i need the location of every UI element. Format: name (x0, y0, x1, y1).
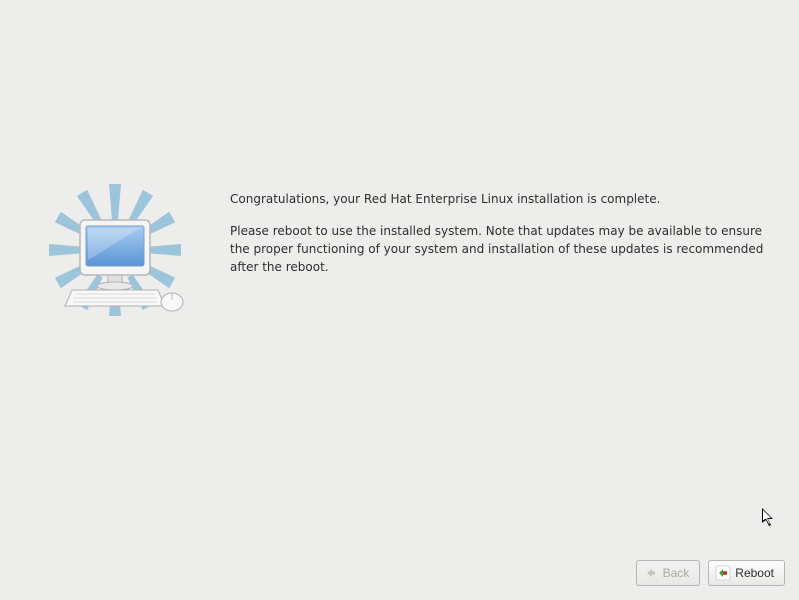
reboot-button-label: Reboot (735, 566, 774, 580)
main-content: Congratulations, your Red Hat Enterprise… (30, 180, 769, 330)
reboot-button[interactable]: Reboot (708, 560, 785, 586)
back-button: Back (636, 560, 701, 586)
computer-monitor-icon (30, 180, 200, 330)
reboot-icon (715, 565, 731, 581)
mouse-cursor-icon (762, 508, 776, 528)
message-text: Congratulations, your Red Hat Enterprise… (200, 180, 769, 290)
back-button-label: Back (663, 566, 690, 580)
arrow-left-icon (643, 565, 659, 581)
installation-complete-illustration (30, 180, 200, 330)
reboot-instructions: Please reboot to use the installed syste… (230, 222, 769, 276)
congratulations-message: Congratulations, your Red Hat Enterprise… (230, 190, 769, 208)
button-bar: Back Reboot (636, 560, 785, 586)
